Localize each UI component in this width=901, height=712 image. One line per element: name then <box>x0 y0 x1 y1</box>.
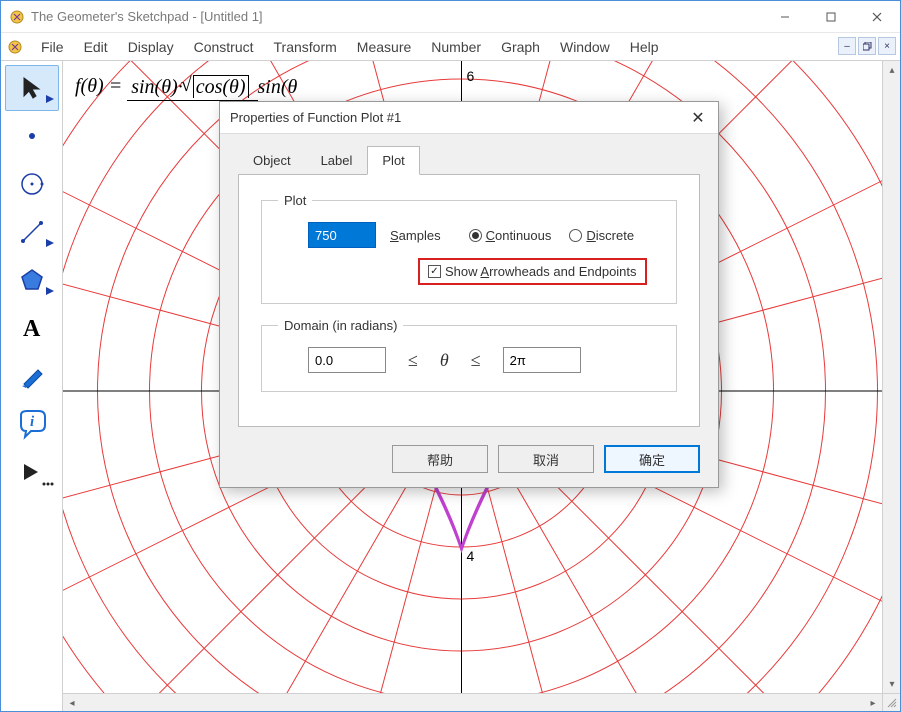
scroll-right-button[interactable]: ▸ <box>864 694 882 711</box>
function-formula[interactable]: f(θ) = sin(θ)· cos(θ) sin(θ <box>75 75 297 99</box>
mdi-restore-button[interactable] <box>858 37 876 55</box>
cancel-button[interactable]: 取消 <box>498 445 594 473</box>
titlebar: The Geometer's Sketchpad - [Untitled 1] <box>1 1 900 33</box>
submenu-indicator-icon <box>46 235 54 250</box>
horizontal-scrollbar[interactable]: ◂ ▸ <box>63 693 882 711</box>
circle-tool[interactable] <box>5 161 59 207</box>
tab-panel-plot: Plot SSamplesamples Continuous Discrete … <box>238 174 700 427</box>
point-tool[interactable] <box>5 113 59 159</box>
formula-den: sin(θ <box>258 74 298 98</box>
resize-grip[interactable] <box>882 693 900 711</box>
svg-text:i: i <box>30 414 35 430</box>
theta-symbol: θ <box>440 350 449 371</box>
dialog-close-button[interactable]: ✕ <box>678 102 718 133</box>
scroll-down-button[interactable]: ▾ <box>883 675 900 693</box>
mdi-close-button[interactable]: × <box>878 37 896 55</box>
tool-palette: A i <box>1 61 63 711</box>
menu-help[interactable]: Help <box>620 35 669 59</box>
minimize-button[interactable] <box>762 1 808 32</box>
mdi-minimize-button[interactable]: – <box>838 37 856 55</box>
properties-dialog: Properties of Function Plot #1 ✕ Object … <box>219 101 719 488</box>
formula-num-left: sin(θ)· <box>131 76 182 98</box>
window-title: The Geometer's Sketchpad - [Untitled 1] <box>31 9 762 24</box>
marker-tool[interactable] <box>5 353 59 399</box>
axis-tick-top: 6 <box>467 68 475 84</box>
samples-label: SSamplesamples <box>390 228 441 243</box>
menubar: File Edit Display Construct Transform Me… <box>1 33 900 61</box>
scroll-left-button[interactable]: ◂ <box>63 694 81 711</box>
domain-to-input[interactable] <box>503 347 581 373</box>
window-controls <box>762 1 900 32</box>
submenu-indicator-icon <box>46 283 54 298</box>
plot-legend: Plot <box>278 193 312 208</box>
dialog-titlebar[interactable]: Properties of Function Plot #1 ✕ <box>220 102 718 134</box>
vertical-scrollbar[interactable]: ▴ ▾ <box>882 61 900 693</box>
plot-group: Plot SSamplesamples Continuous Discrete … <box>261 193 677 304</box>
domain-group: Domain (in radians) ≤ θ ≤ <box>261 318 677 392</box>
app-icon <box>9 9 25 25</box>
close-button[interactable] <box>854 1 900 32</box>
dialog-buttons: 帮助 取消 确定 <box>220 441 718 487</box>
tabstrip: Object Label Plot <box>220 134 718 175</box>
domain-legend: Domain (in radians) <box>278 318 403 333</box>
ok-button[interactable]: 确定 <box>604 445 700 473</box>
samples-input[interactable] <box>308 222 376 248</box>
leq-2: ≤ <box>471 350 481 371</box>
information-tool[interactable]: i <box>5 401 59 447</box>
menu-file[interactable]: File <box>31 35 74 59</box>
main-window: The Geometer's Sketchpad - [Untitled 1] … <box>0 0 901 712</box>
tab-object[interactable]: Object <box>238 146 306 175</box>
tab-label[interactable]: Label <box>306 146 368 175</box>
highlight-box: ✓ Show Arrowheads and Endpoints <box>418 258 647 285</box>
domain-from-input[interactable] <box>308 347 386 373</box>
leq-1: ≤ <box>408 350 418 371</box>
arrow-tool[interactable] <box>5 65 59 111</box>
dialog-title: Properties of Function Plot #1 <box>230 110 401 125</box>
menu-construct[interactable]: Construct <box>184 35 264 59</box>
formula-lhs: f(θ) = <box>75 75 127 97</box>
scroll-up-button[interactable]: ▴ <box>883 61 900 79</box>
menu-display[interactable]: Display <box>118 35 184 59</box>
text-tool[interactable]: A <box>5 305 59 351</box>
svg-text:A: A <box>23 316 41 342</box>
formula-num-right: cos(θ) <box>193 75 249 98</box>
show-arrowheads-checkbox[interactable]: ✓ Show Arrowheads and Endpoints <box>428 264 637 279</box>
continuous-radio[interactable]: Continuous <box>469 228 552 243</box>
tab-plot[interactable]: Plot <box>367 146 419 175</box>
axis-tick-mid: 4 <box>467 548 475 564</box>
menu-transform[interactable]: Transform <box>264 35 347 59</box>
polygon-tool[interactable] <box>5 257 59 303</box>
menu-edit[interactable]: Edit <box>74 35 118 59</box>
menu-window[interactable]: Window <box>550 35 620 59</box>
help-button[interactable]: 帮助 <box>392 445 488 473</box>
more-icon <box>42 475 54 490</box>
document-icon <box>7 39 23 55</box>
line-tool[interactable] <box>5 209 59 255</box>
discrete-radio[interactable]: Discrete <box>569 228 634 243</box>
submenu-indicator-icon <box>46 91 54 106</box>
menu-number[interactable]: Number <box>421 35 491 59</box>
menu-measure[interactable]: Measure <box>347 35 421 59</box>
maximize-button[interactable] <box>808 1 854 32</box>
mdi-controls: – × <box>838 37 896 55</box>
menu-graph[interactable]: Graph <box>491 35 550 59</box>
custom-tool[interactable] <box>5 449 59 495</box>
